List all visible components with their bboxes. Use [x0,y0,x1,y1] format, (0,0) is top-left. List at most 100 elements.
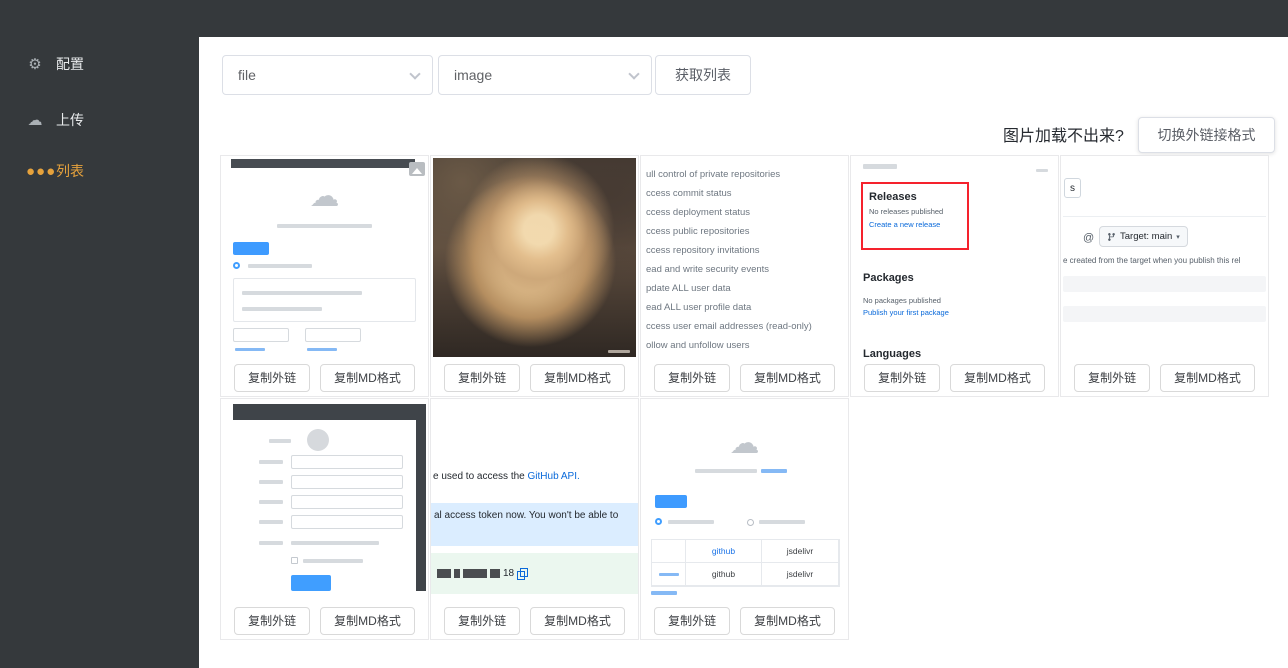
scope-line: pdate ALL user data [646,283,731,294]
scope-line: ccess deployment status [646,207,751,218]
input-placeholder [291,475,403,489]
label-placeholder [259,480,283,484]
table-cell: github [686,540,762,563]
input-placeholder [291,455,403,469]
sidebar-item-label: 列表 [56,163,84,179]
input-placeholder [1063,306,1266,322]
sidebar-item-upload[interactable]: ☁ 上传 [26,108,85,132]
radio-icon [747,519,754,526]
image-grid: ☁ 复制外链 复制MD格式 复制外链 复制MD格式 ull control of… [220,155,1269,640]
text-line-placeholder [242,307,322,311]
fetch-list-button[interactable]: 获取列表 [655,55,751,95]
releases-title: Releases [869,191,917,203]
image-load-tip: 图片加载不出来? [1003,128,1124,145]
copy-md-button[interactable]: 复制MD格式 [320,606,415,635]
text-line-placeholder [863,164,897,169]
radio-icon [655,518,662,525]
thumbnail-release-form: s @ Target: main ▾ e created from the ta… [1061,156,1268,361]
copy-md-button[interactable]: 复制MD格式 [740,606,835,635]
image-card: s @ Target: main ▾ e created from the ta… [1060,155,1269,397]
thumbnail-access-token: e used to access the GitHub API. al acce… [431,399,638,604]
copy-link-button[interactable]: 复制外链 [864,363,941,392]
github-api-link: GitHub API. [527,471,580,482]
release-caption: e created from the target when you publi… [1063,256,1241,265]
scope-line: ead ALL user profile data [646,302,752,313]
token-value-box: 18 [431,553,638,594]
form-box-placeholder [233,278,416,322]
sidebar-item-label: 配置 [56,56,84,72]
input-placeholder [305,328,361,342]
divider [1063,216,1266,217]
copy-md-button[interactable]: 复制MD格式 [1160,363,1255,392]
copy-link-button[interactable]: 复制外链 [234,363,311,392]
thumbnail-photo [431,156,638,361]
label-placeholder [259,500,283,504]
token-notice-banner: al access token now. You won't be able t… [431,503,638,546]
image-card: 复制外链 复制MD格式 [220,398,429,640]
blue-tag [655,495,687,508]
thumbnail-oauth-scopes: ull control of private repositories cces… [641,156,848,361]
watermark-placeholder [608,350,630,353]
copy-link-button[interactable]: 复制外链 [654,363,731,392]
at-symbol: @ [1083,232,1095,244]
copy-md-button[interactable]: 复制MD格式 [740,363,835,392]
copy-link-button[interactable]: 复制外链 [654,606,731,635]
upload-cloud-icon: ☁ [729,427,760,460]
avatar [307,429,329,451]
scope-line: ollow and unfollow users [646,340,750,351]
masked-token-segment [454,569,460,578]
text-line-placeholder [303,559,363,563]
packages-subtext: No packages published [863,296,941,305]
image-card: ull control of private repositories cces… [640,155,849,397]
copy-link-button[interactable]: 复制外链 [1074,363,1151,392]
caret-down-icon: ▾ [1176,233,1180,241]
red-highlight-box: Releases No releases published Create a … [861,182,969,250]
dropdown-file[interactable]: file [222,55,433,95]
thumbnail-upload-page-1: ☁ [221,156,428,361]
masked-token-segment [463,569,487,578]
sidebar-item-label: 上传 [56,112,84,128]
dropdown-image[interactable]: image [438,55,652,95]
checkbox-icon [291,557,298,564]
scope-line: ull control of private repositories [646,169,781,180]
text-line-placeholder [277,224,372,228]
scope-line: ccess user email addresses (read-only) [646,321,812,332]
copy-md-button[interactable]: 复制MD格式 [530,606,625,635]
input-placeholder [291,515,403,529]
image-card: 复制外链 复制MD格式 [430,155,639,397]
screenshot-titlebar [233,404,426,420]
switch-link-format-button[interactable]: 切换外链接格式 [1138,117,1275,153]
main-panel: file image 获取列表 图片加载不出来? 切换外链接格式 ☁ 复制外链 … [199,37,1288,668]
input-placeholder [233,328,289,342]
cdn-format-table: github jsdelivr github jsdelivr [651,539,840,587]
packages-title: Packages [863,272,914,284]
link-text-placeholder [651,591,677,595]
text-line-placeholder [242,291,362,295]
label-placeholder [259,541,283,545]
chevron-down-icon [628,68,640,80]
copy-md-button[interactable]: 复制MD格式 [950,363,1045,392]
releases-link: Create a new release [869,220,941,229]
thumbnail-repo-sidebar: Releases No releases published Create a … [851,156,1058,361]
dropdown-file-value: file [238,67,256,83]
gear-icon: ⚙ [28,56,42,73]
copy-md-button[interactable]: 复制MD格式 [530,363,625,392]
sidebar: ⚙ 配置 ☁ 上传 ●●● 列表 [0,0,199,668]
releases-subtext: No releases published [869,207,944,216]
token-tail-text: 18 [503,568,515,579]
copy-link-button[interactable]: 复制外链 [234,606,311,635]
link-text-placeholder [307,348,337,351]
target-branch-label: Target: main [1120,231,1173,242]
copy-link-button[interactable]: 复制外链 [444,363,521,392]
label-placeholder [259,460,283,464]
sidebar-item-list[interactable]: ●●● 列表 [26,159,84,183]
table-cell: jsdelivr [762,563,839,586]
copy-link-button[interactable]: 复制外链 [444,606,521,635]
sidebar-item-config[interactable]: ⚙ 配置 [26,52,84,76]
label-placeholder [658,572,679,576]
text-line-placeholder [668,520,714,524]
token-sentence: e used to access the GitHub API. [433,471,580,482]
copy-md-button[interactable]: 复制MD格式 [320,363,415,392]
chevron-down-icon [409,68,421,80]
image-card: Releases No releases published Create a … [850,155,1059,397]
